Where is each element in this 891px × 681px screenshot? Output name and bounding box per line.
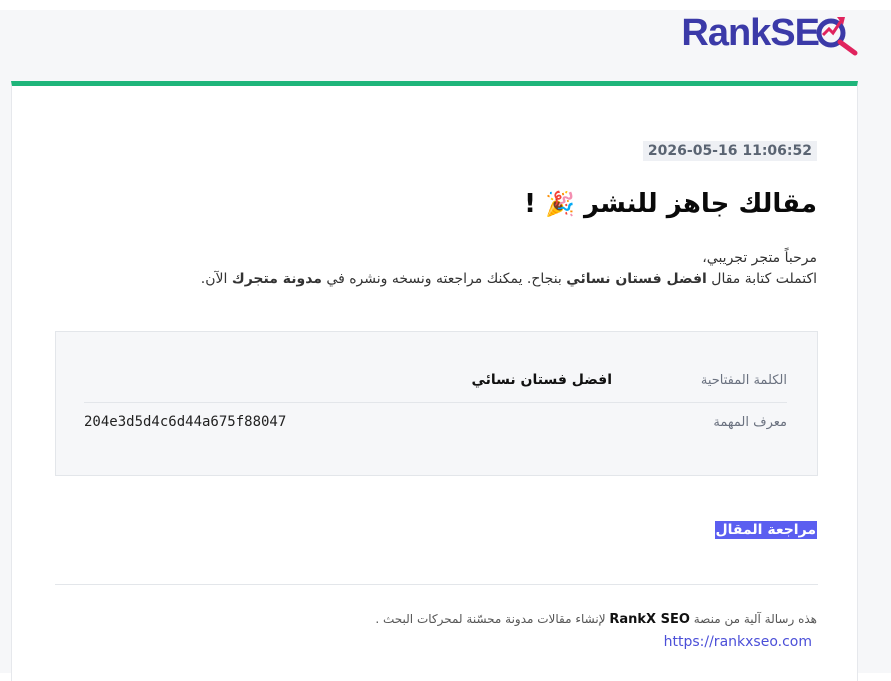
keyword-row: الكلمة المفتاحية افضل فستان نسائي <box>84 362 787 403</box>
footer-brand: RankX SEO <box>609 612 690 627</box>
headline: مقالك جاهز للنشر 🎉 ! <box>524 189 817 219</box>
body-keyword: افضل فستان نسائي <box>566 271 707 287</box>
details-box: الكلمة المفتاحية افضل فستان نسائي معرف ا… <box>55 331 818 476</box>
headline-exclamation: ! <box>524 189 536 219</box>
review-article-button[interactable]: مراجعة المقال <box>714 521 817 539</box>
footer-text: هذه رسالة آلية من منصة RankX SEO لإنشاء … <box>375 612 817 627</box>
headline-text: مقالك جاهز للنشر <box>584 189 817 219</box>
body-line: اكتملت كتابة مقال افضل فستان نسائي بنجاح… <box>200 271 817 287</box>
magnifier-chart-icon <box>815 11 858 56</box>
keyword-value: افضل فستان نسائي <box>471 372 612 388</box>
task-row: معرف المهمة 204e3d5d4c6d44a675f88047 <box>84 404 787 444</box>
greeting-line: مرحباً متجر تجريبي، <box>702 250 817 266</box>
divider <box>55 584 818 585</box>
body-location: مدونة متجرك <box>231 271 322 287</box>
task-label: معرف المهمة <box>713 415 787 430</box>
footer-website-link[interactable]: https://rankxseo.com <box>664 634 812 650</box>
timestamp: 2026-05-16 11:06:52 <box>642 141 817 161</box>
keyword-label: الكلمة المفتاحية <box>700 373 787 388</box>
greeting-block: مرحباً متجر تجريبي، اكتملت كتابة مقال اف… <box>201 248 817 290</box>
email-card: 2026-05-16 11:06:52 مقالك جاهز للنشر 🎉 !… <box>11 81 858 681</box>
task-id-value: 204e3d5d4c6d44a675f88047 <box>84 414 287 430</box>
logo-wordmark: RankSE <box>681 12 820 54</box>
rankseo-logo[interactable]: RankSE <box>681 8 858 58</box>
party-popper-icon: 🎉 <box>545 190 575 218</box>
